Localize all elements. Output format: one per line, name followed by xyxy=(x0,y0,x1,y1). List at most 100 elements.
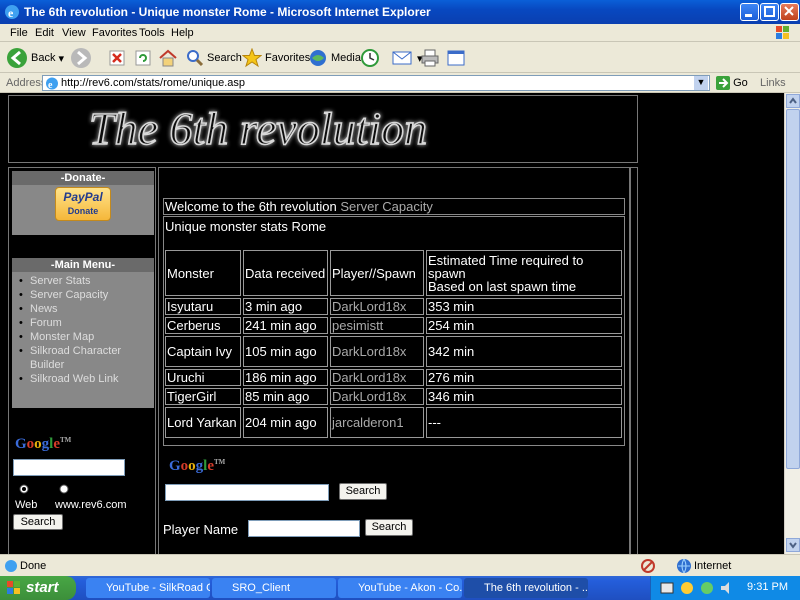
cell-data-received: 3 min ago xyxy=(243,298,328,315)
taskbar-item-youtube-silkroad[interactable]: YouTube - SilkRoad O... xyxy=(86,578,210,598)
taskbar-item-sro-client[interactable]: SRO_Client xyxy=(212,578,336,598)
tray-icon[interactable] xyxy=(699,580,715,596)
taskbar-item-6th-revolution[interactable]: The 6th revolution - ... xyxy=(464,578,588,598)
menu-favorites[interactable]: Favorites xyxy=(92,27,137,39)
forward-arrow-icon xyxy=(71,48,91,68)
favorites-button[interactable]: Favorites xyxy=(242,47,310,69)
radio-web[interactable] xyxy=(19,484,29,494)
search-button[interactable]: Search xyxy=(186,47,242,69)
menu-bar: File Edit View Favorites Tools Help xyxy=(0,24,800,42)
menu-tools[interactable]: Tools xyxy=(139,27,165,39)
main-menu-list: Server Stats Server Capacity News Forum … xyxy=(12,272,154,386)
cell-estimated-time: --- xyxy=(426,407,622,438)
history-icon xyxy=(361,49,379,67)
google-search-button-left[interactable]: Search xyxy=(13,514,63,530)
player-name-input[interactable] xyxy=(248,520,360,537)
table-row: Isyutaru 3 min ago DarkLord18x 353 min xyxy=(165,298,622,315)
home-button[interactable] xyxy=(158,47,178,69)
print-button[interactable] xyxy=(420,47,440,69)
status-text: Done xyxy=(20,560,47,572)
internet-zone-icon xyxy=(677,558,691,574)
menu-help[interactable]: Help xyxy=(171,27,194,39)
links-button[interactable]: Links xyxy=(760,77,786,89)
edit-button[interactable] xyxy=(446,47,466,69)
cell-player[interactable]: DarkLord18x xyxy=(330,298,424,315)
refresh-button[interactable] xyxy=(134,47,152,69)
clock: 9:31 PM xyxy=(747,581,788,593)
main-menu-box: -Main Menu- Server Stats Server Capacity… xyxy=(12,258,154,408)
forward-button[interactable] xyxy=(70,47,92,69)
star-icon xyxy=(242,48,262,68)
tray-icon[interactable] xyxy=(679,580,695,596)
cell-data-received: 105 min ago xyxy=(243,336,328,367)
menu-file[interactable]: File xyxy=(10,27,28,39)
refresh-icon xyxy=(135,50,151,66)
address-dropdown-icon[interactable]: ▼ xyxy=(694,76,708,90)
taskbar: start YouTube - SilkRoad O... SRO_Client… xyxy=(0,576,800,600)
menu-link-server-capacity[interactable]: Server Capacity xyxy=(19,288,154,302)
close-button[interactable] xyxy=(780,3,799,21)
cell-player[interactable]: jarcalderon1 xyxy=(330,407,424,438)
cell-monster: Isyutaru xyxy=(165,298,241,315)
window-title: The 6th revolution - Unique monster Rome… xyxy=(24,5,431,19)
menu-link-forum[interactable]: Forum xyxy=(19,316,154,330)
menu-link-character-builder[interactable]: Silkroad Character Builder xyxy=(19,344,154,372)
server-capacity-link[interactable]: Server Capacity xyxy=(340,199,432,214)
taskbar-item-youtube-akon[interactable]: YouTube - Akon - Co... xyxy=(338,578,462,598)
scroll-down-button[interactable] xyxy=(786,538,800,552)
cell-data-received: 204 min ago xyxy=(243,407,328,438)
menu-link-monster-map[interactable]: Monster Map xyxy=(19,330,154,344)
minimize-button[interactable] xyxy=(740,3,759,21)
cell-monster: Lord Yarkan xyxy=(165,407,241,438)
cell-monster: Uruchi xyxy=(165,369,241,386)
go-button[interactable]: Go xyxy=(716,76,748,90)
cell-player[interactable]: DarkLord18x xyxy=(330,369,424,386)
cell-monster: Cerberus xyxy=(165,317,241,334)
title-bar: e The 6th revolution - Unique monster Ro… xyxy=(0,0,800,24)
taskbar-item-label: The 6th revolution - ... xyxy=(484,582,588,594)
dropdown-arrow-icon: ▾ xyxy=(58,52,64,65)
svg-text:e: e xyxy=(48,80,53,90)
table-row: TigerGirl 85 min ago DarkLord18x 346 min xyxy=(165,388,622,405)
vertical-scrollbar[interactable] xyxy=(784,93,800,554)
right-border-column xyxy=(630,167,638,554)
header-estimated-time-line1: Estimated Time required to spawn xyxy=(428,252,584,281)
cell-player[interactable]: pesimistt xyxy=(330,317,424,334)
menu-link-server-stats[interactable]: Server Stats xyxy=(19,274,154,288)
history-button[interactable] xyxy=(360,47,380,69)
stop-button[interactable] xyxy=(108,47,126,69)
page-icon: e xyxy=(46,77,58,90)
back-button[interactable]: Back ▾ xyxy=(6,47,64,69)
google-search-input-main[interactable] xyxy=(165,484,329,501)
cell-player[interactable]: DarkLord18x xyxy=(330,336,424,367)
menu-link-web-link[interactable]: Silkroad Web Link xyxy=(19,372,154,386)
cell-estimated-time: 353 min xyxy=(426,298,622,315)
chevron-down-icon xyxy=(789,542,797,549)
player-search-button[interactable]: Search xyxy=(365,519,413,536)
scroll-up-button[interactable] xyxy=(786,94,800,108)
volume-icon[interactable] xyxy=(719,580,735,596)
google-search-button-main[interactable]: Search xyxy=(339,483,387,500)
taskbar-item-label: SRO_Client xyxy=(232,582,291,594)
start-button[interactable]: start xyxy=(0,576,76,600)
cell-estimated-time: 254 min xyxy=(426,317,622,334)
radio-site[interactable] xyxy=(59,484,69,494)
stop-icon xyxy=(109,50,125,66)
edit-page-icon xyxy=(447,50,465,66)
address-url: http://rev6.com/stats/rome/unique.asp xyxy=(61,77,246,89)
media-button[interactable]: Media xyxy=(308,47,361,69)
cell-player[interactable]: DarkLord18x xyxy=(330,388,424,405)
scroll-thumb[interactable] xyxy=(786,109,800,469)
tray-icon[interactable] xyxy=(659,580,675,596)
address-input[interactable]: e http://rev6.com/stats/rome/unique.asp … xyxy=(42,75,710,91)
banner-logo: The 6th revolution xyxy=(88,102,428,155)
table-row: Lord Yarkan 204 min ago jarcalderon1 --- xyxy=(165,407,622,438)
google-search-input-left[interactable] xyxy=(13,459,125,476)
menu-edit[interactable]: Edit xyxy=(35,27,54,39)
maximize-button[interactable] xyxy=(760,3,779,21)
mail-button[interactable]: ▾ xyxy=(392,47,423,69)
menu-link-news[interactable]: News xyxy=(19,302,154,316)
paypal-donate-button[interactable]: PayPal Donate xyxy=(55,187,111,221)
menu-view[interactable]: View xyxy=(62,27,86,39)
go-arrow-icon xyxy=(716,76,730,90)
